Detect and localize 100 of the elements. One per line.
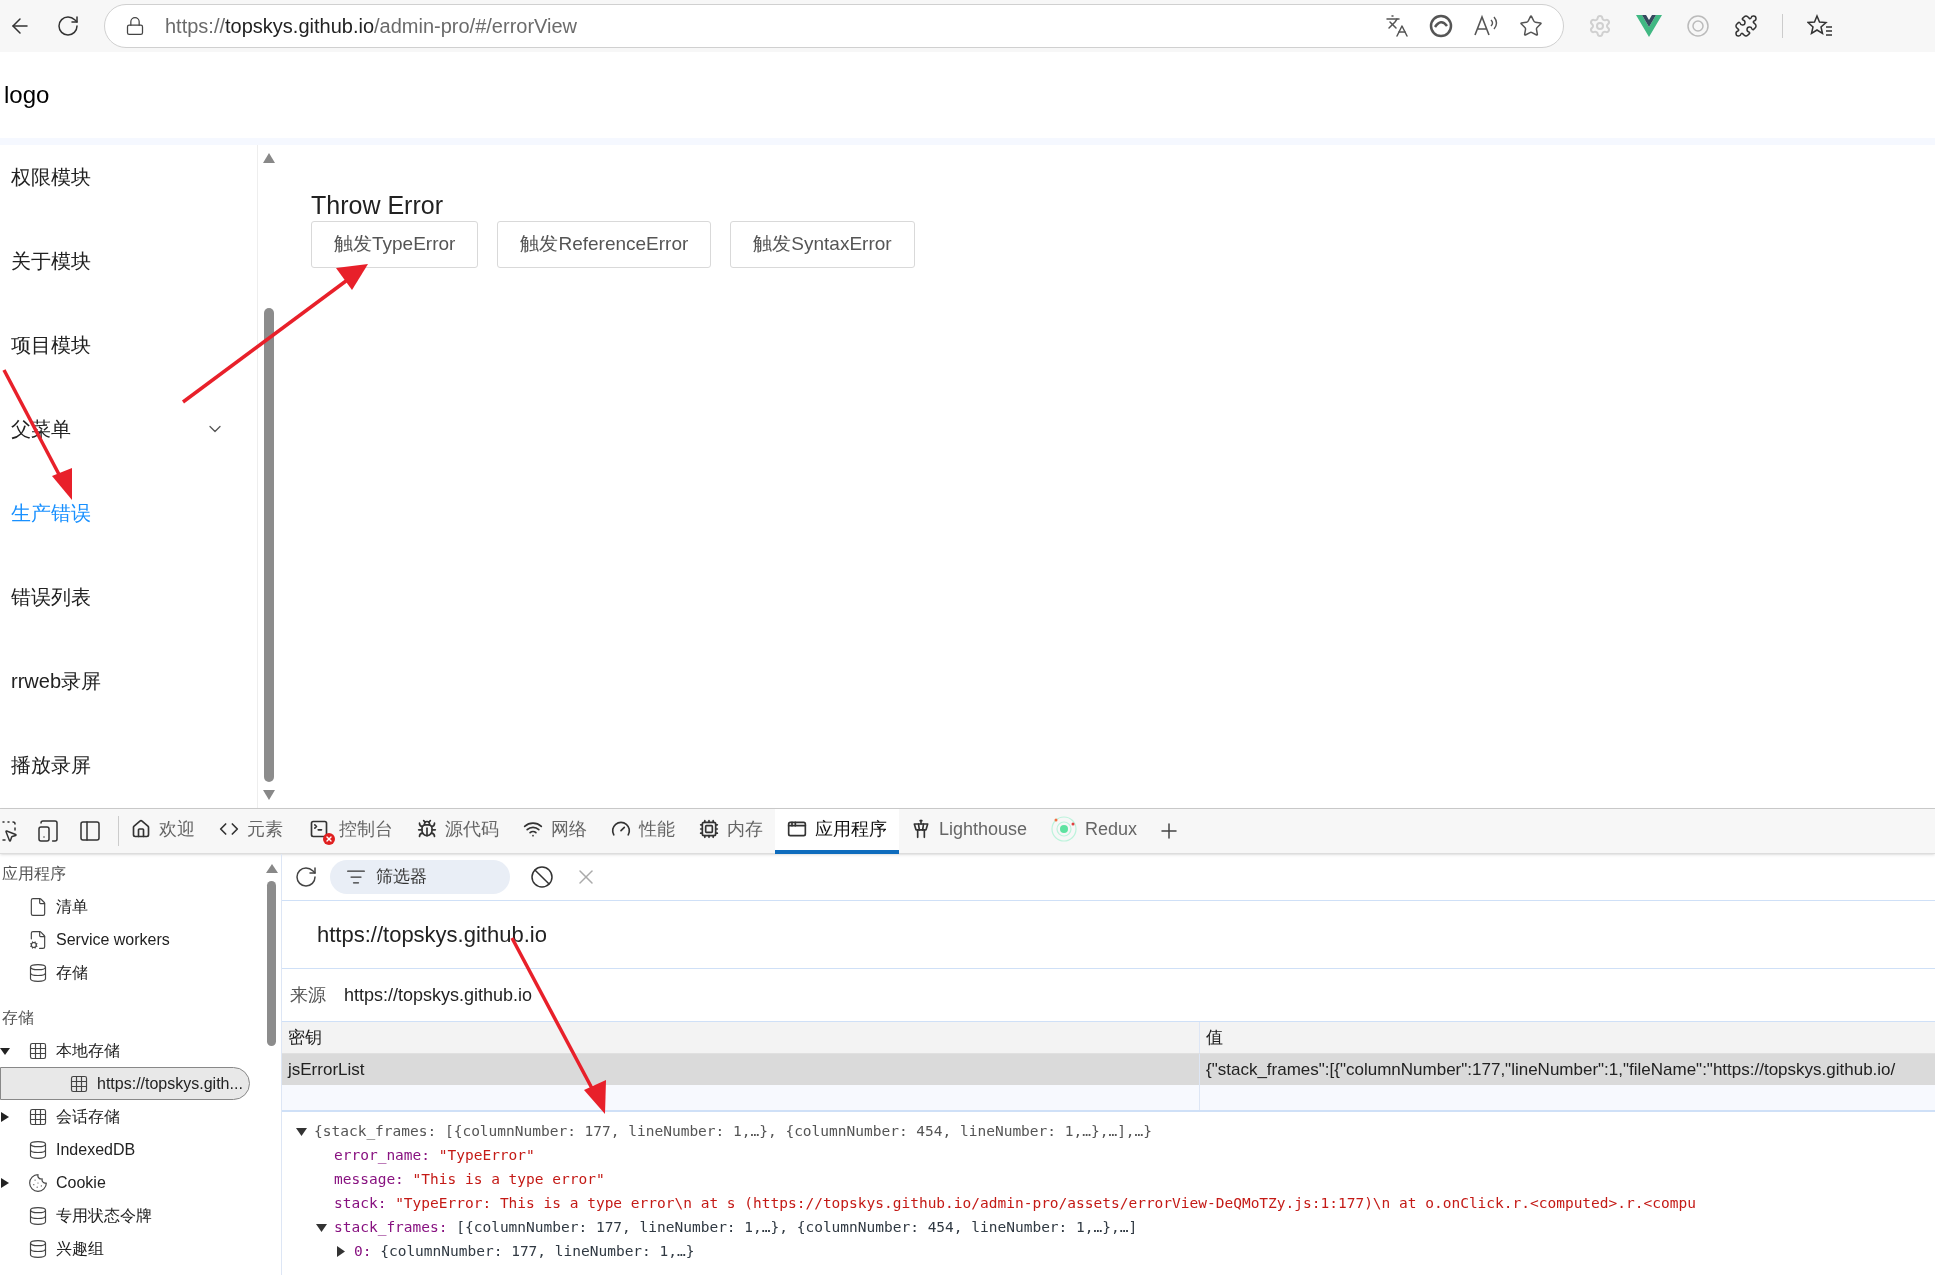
database-icon [28,1238,48,1259]
property-line: message: "This is a type error" [334,1170,605,1190]
tree-item[interactable]: Cookie [0,1166,262,1199]
scrollbar-thumb[interactable] [267,881,276,1046]
refresh-icon[interactable] [294,865,318,889]
tree-label: 兴趣组 [56,1238,104,1259]
action-button[interactable]: 触发ReferenceError [497,221,712,268]
devtools-tab[interactable]: 性能 [599,808,687,854]
v-logo-icon[interactable] [1636,15,1662,37]
action-button[interactable]: 触发SyntaxError [730,221,915,268]
tree-item[interactable]: 会话存储 [0,1100,262,1133]
clear-icon[interactable] [530,865,554,889]
database-icon [28,1139,48,1160]
origin-title: https://topskys.github.io [317,921,547,949]
favorites-icon[interactable] [1807,14,1833,38]
expanded-triangle-icon[interactable] [296,1127,307,1137]
read-aloud-icon[interactable] [1473,14,1499,38]
inspect-icon[interactable] [0,819,18,843]
collapsed-triangle-icon[interactable] [0,1111,10,1122]
origin-value: https://topskys.github.io [344,983,533,1007]
devtools-tab[interactable]: 网络 [511,808,599,854]
lock-icon [125,16,145,36]
cookie-icon [28,1172,48,1193]
scroll-up-icon[interactable] [265,864,278,873]
address-text: https://topskys.github.io/admin-pro/#/errorView [165,14,578,39]
column-header[interactable]: 密钥 [282,1022,1200,1053]
panel-icon[interactable] [78,819,102,843]
star-icon[interactable] [1519,14,1543,38]
property-line: stack: "TypeError: This is a type error\n at s (https://topskys.github.io/admin-pro/assets/errorView-DeQMoTZy.js:1:177)\n at o.onClick.r.<computed>.r.<compu [334,1194,1696,1214]
gauge-icon [611,819,631,839]
devtools-tab[interactable]: Redux [1039,808,1150,854]
table-icon [28,1040,48,1061]
scroll-down-icon[interactable] [263,790,275,800]
bug-icon [417,819,437,839]
collapsed-triangle-icon[interactable] [0,1177,10,1188]
tree-label: Service workers [56,929,170,950]
tree-label: Cookie [56,1172,106,1193]
devtools-tab[interactable]: 元素 [207,808,295,854]
section-title: Throw Error [311,190,444,220]
tree-item[interactable]: 存储 [0,956,262,989]
tree-item[interactable]: 清单 [0,890,262,923]
file-icon [28,896,48,917]
devtools-tab[interactable]: 控制台 [295,808,405,854]
translate-icon[interactable] [1385,14,1409,38]
tree-label: 本地存储 [56,1040,120,1061]
tree-item[interactable]: 本地存储 [0,1034,262,1067]
action-button[interactable]: 触发TypeError [311,221,479,268]
table-row[interactable]: jsErrorList {"stack_frames":[{"columnNumber":177,"lineNumber":1,"fileName":"https://topskys.github.io/ [282,1054,1935,1085]
scroll-up-icon[interactable] [263,153,275,163]
expanded-triangle-icon[interactable] [0,1045,10,1056]
table-icon [69,1073,89,1094]
devtools-tab[interactable]: Lighthouse [899,808,1040,854]
address-bar[interactable]: https://topskys.github.io/admin-pro/#/errorView [104,4,1564,48]
collapsed-triangle-icon[interactable] [336,1246,346,1257]
scrollbar-thumb[interactable] [264,308,274,782]
section-heading: 应用程序 [1,863,67,884]
tree-label: 会话存储 [56,1106,120,1127]
device-icon[interactable] [36,819,60,843]
reload-icon[interactable] [56,14,80,38]
menu-item[interactable]: 播放录屏 [0,723,257,807]
property-line: 0: {columnNumber: 177, lineNumber: 1,…} [354,1242,695,1262]
menu-item[interactable]: 项目模块 [0,303,257,387]
file-gear-icon [28,929,48,950]
tree-label: https://topskys.gith... [97,1073,243,1094]
puzzle-icon[interactable] [1734,14,1758,38]
tree-label: 清单 [56,896,88,917]
devtools-tab[interactable]: 源代码 [405,808,511,854]
table-icon [28,1106,48,1127]
tree-item[interactable]: IndexedDB [0,1133,262,1166]
tree-item[interactable]: Service workers [0,923,262,956]
expanded-triangle-icon[interactable] [316,1223,327,1233]
tree-label: 专用状态令牌 [56,1205,152,1226]
section-heading: 存储 [1,1007,35,1028]
home-icon [131,819,151,839]
tree-label: IndexedDB [56,1139,136,1160]
menu-item[interactable]: 权限模块 [0,145,257,219]
swirl-icon[interactable] [1429,14,1453,38]
logo-text: logo [4,80,50,110]
tree-label: 存储 [56,962,88,983]
database-icon [28,962,48,983]
object-summary: {stack_frames: [{columnNumber: 177, lineNumber: 1,…}, {columnNumber: 454, lineNumber: 1,…},…],…} [314,1122,1153,1142]
menu-item[interactable]: 错误列表 [0,555,257,639]
devtools-tab[interactable]: 内存 [687,808,775,854]
table-cell-text: {"stack_frames":[{"columnNumber":177,"lineNumber":1,"fileName":"https://topskys.github.io/ [1205,1058,1897,1081]
tree-item[interactable]: 专用状态令牌 [0,1199,262,1232]
tree-item[interactable]: https://topskys.gith... [0,1067,250,1100]
devtools-tab[interactable]: 欢迎 [119,808,207,854]
devtools-tab[interactable]: 应用程序 [775,808,899,854]
property-line: stack_frames: [{columnNumber: 177, lineNumber: 1,…}, {columnNumber: 454, lineNumber: 1,…},…] [334,1218,1138,1238]
database-icon [28,1205,48,1226]
window-icon [787,819,807,839]
origin-label: 来源 [290,983,326,1007]
wifi-icon [523,819,543,839]
orbit-icon [1051,816,1078,842]
column-header[interactable]: 值 [1200,1022,1935,1053]
tree-item[interactable]: 兴趣组 [0,1232,262,1265]
filter-field[interactable]: 筛选器 [330,860,510,894]
chip-icon [699,819,719,839]
menu-item[interactable]: 关于模块 [0,219,257,303]
menu-item[interactable]: rrweb录屏 [0,639,257,723]
